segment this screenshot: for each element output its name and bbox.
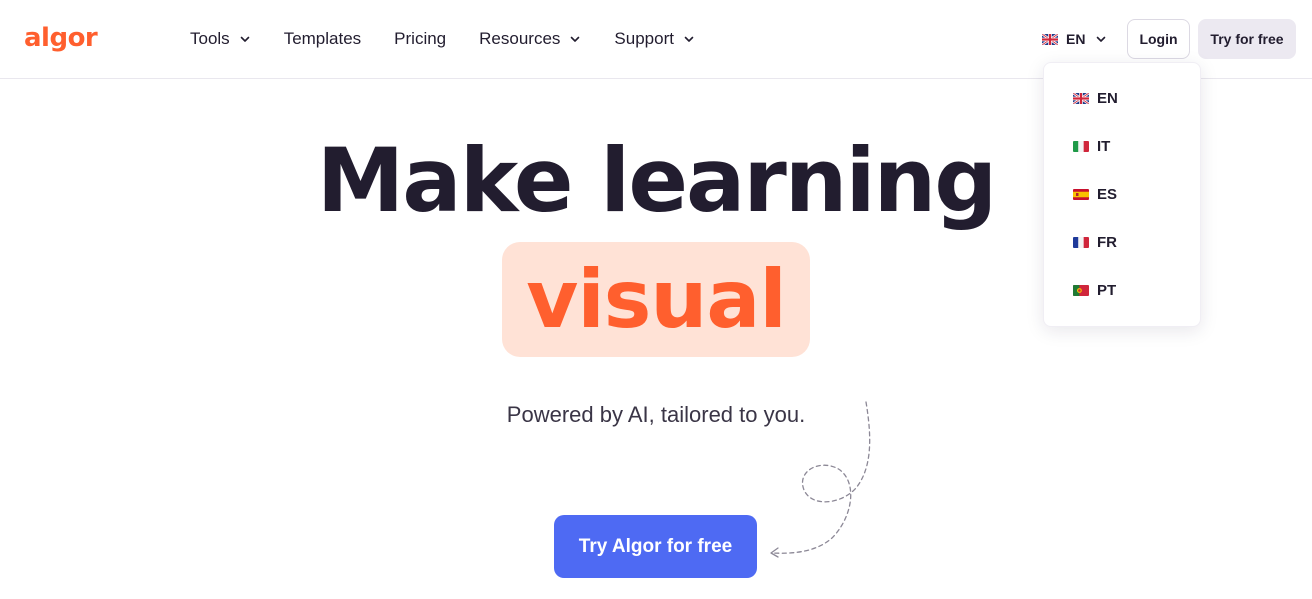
language-option-it[interactable]: IT	[1073, 135, 1110, 157]
chevron-down-icon	[684, 36, 694, 42]
nav-item-tools[interactable]: Tools	[190, 29, 251, 49]
nav-item-label: Pricing	[394, 29, 447, 48]
spain-flag-icon	[1073, 188, 1089, 200]
nav-item-templates[interactable]: Templates	[284, 29, 361, 49]
nav-item-label: Tools	[190, 29, 230, 48]
uk-flag-icon	[1042, 33, 1058, 45]
language-code: PT	[1097, 281, 1117, 299]
language-option-pt[interactable]: PT	[1073, 279, 1116, 301]
nav-item-label: Templates	[283, 29, 362, 48]
nav-item-label: Resources	[479, 29, 561, 48]
language-code: EN	[1097, 89, 1118, 107]
nav-item-label: Support	[614, 29, 674, 48]
try-algor-free-button[interactable]: Try Algor for free	[554, 515, 757, 578]
language-selector[interactable]: EN	[1042, 28, 1107, 50]
chevron-down-icon	[1097, 36, 1106, 42]
language-dropdown: EN IT ES FR PT	[1043, 62, 1201, 327]
portugal-flag-icon	[1073, 284, 1089, 296]
login-button[interactable]: Login	[1127, 19, 1190, 59]
language-code: ES	[1097, 185, 1118, 203]
france-flag-icon	[1073, 236, 1089, 248]
language-code: FR	[1097, 233, 1117, 251]
hero-highlight-word: visual	[526, 252, 787, 346]
nav-item-resources[interactable]: Resources	[479, 29, 581, 49]
language-option-fr[interactable]: FR	[1073, 231, 1117, 253]
current-language: EN	[1066, 31, 1086, 47]
chevron-down-icon	[571, 36, 580, 42]
algor-logo[interactable]: algor	[24, 22, 98, 54]
logo-wordmark: algor	[24, 23, 98, 53]
nav-item-pricing[interactable]: Pricing	[394, 29, 446, 49]
language-option-en[interactable]: EN	[1073, 87, 1118, 109]
language-option-es[interactable]: ES	[1073, 183, 1117, 205]
hero-subtitle: Powered by AI, tailored to you.	[506, 402, 806, 427]
dashed-arrow-icon	[770, 401, 871, 558]
nav-item-support[interactable]: Support	[614, 29, 695, 49]
italy-flag-icon	[1073, 140, 1089, 152]
language-code: IT	[1097, 137, 1111, 155]
try-for-free-button[interactable]: Try for free	[1198, 19, 1296, 59]
main-nav: Tools Templates Pricing Resources Suppor…	[190, 0, 728, 78]
chevron-down-icon	[240, 36, 249, 42]
uk-flag-icon	[1073, 92, 1089, 104]
hero-highlight-pill: visual	[502, 242, 810, 357]
